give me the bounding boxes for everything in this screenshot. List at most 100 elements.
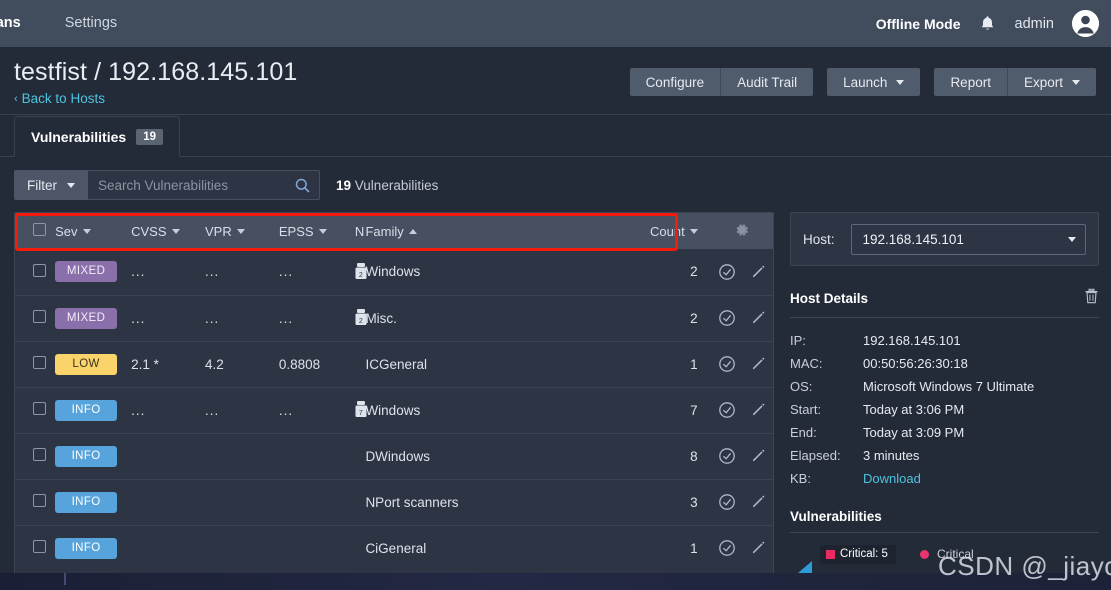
back-to-hosts-link[interactable]: ‹ Back to Hosts xyxy=(14,91,297,106)
table-row[interactable]: INFO CiGeneral 1 xyxy=(15,524,773,571)
chart-legend-critical[interactable]: Critical xyxy=(920,547,974,561)
nav-item-settings[interactable]: Settings xyxy=(43,0,139,47)
nav-item-scans[interactable]: Scans xyxy=(0,0,43,47)
row-checkbox-cell xyxy=(15,524,56,571)
sort-desc-icon xyxy=(318,228,327,234)
table-row[interactable]: INFO NPort scanners 3 xyxy=(15,478,773,525)
detail-value: 00:50:56:26:30:18 xyxy=(863,356,968,371)
detail-value: Today at 3:06 PM xyxy=(863,402,965,417)
vulnerability-count-label: Vulnerabilities xyxy=(354,177,439,193)
check-circle-icon[interactable] xyxy=(712,355,743,373)
audit-trail-button[interactable]: Audit Trail xyxy=(720,68,814,96)
export-button[interactable]: Export xyxy=(1006,68,1096,96)
th-select-all xyxy=(15,213,56,249)
search-input[interactable] xyxy=(88,177,295,193)
svg-text:2: 2 xyxy=(359,318,363,325)
table-row[interactable]: INFO ... ... ... 7 Windows 7 xyxy=(15,386,773,433)
bell-icon[interactable] xyxy=(979,14,997,34)
detail-key: MAC: xyxy=(790,356,823,371)
row-vpr: ... xyxy=(205,294,279,341)
row-status-cell xyxy=(711,432,743,479)
row-epss xyxy=(278,478,355,525)
pencil-icon[interactable] xyxy=(742,402,773,418)
th-cvss[interactable]: CVSS xyxy=(131,213,205,249)
search-icon[interactable] xyxy=(295,178,319,193)
check-circle-icon[interactable] xyxy=(712,447,743,465)
severity-badge: LOW xyxy=(55,353,118,375)
pencil-icon[interactable] xyxy=(742,448,773,464)
row-checkbox[interactable] xyxy=(33,310,46,323)
row-family: DWindows xyxy=(365,432,638,479)
row-family: ICGeneral xyxy=(365,340,638,387)
pencil-icon[interactable] xyxy=(742,264,773,280)
detail-row-mac: MAC: 00:50:56:26:30:18 xyxy=(790,352,1099,375)
chevron-down-icon xyxy=(1068,236,1076,242)
detail-key: Start: xyxy=(790,402,822,417)
filter-button[interactable]: Filter xyxy=(14,170,88,200)
pencil-icon[interactable] xyxy=(742,540,773,556)
th-vpr[interactable]: VPR xyxy=(205,213,279,249)
sort-desc-icon xyxy=(689,228,698,234)
row-checkbox-cell xyxy=(15,478,56,525)
check-circle-icon[interactable] xyxy=(712,263,743,281)
th-settings[interactable] xyxy=(711,213,773,249)
user-name-label: admin xyxy=(1014,15,1055,32)
th-name[interactable]: N xyxy=(354,213,366,249)
report-button[interactable]: Report xyxy=(934,68,1007,96)
pencil-icon[interactable] xyxy=(742,494,773,510)
select-all-checkbox[interactable] xyxy=(33,223,46,236)
check-circle-icon[interactable] xyxy=(712,309,743,327)
page-title: testfist / 192.168.145.101 xyxy=(14,58,298,86)
detail-row-end: End: Today at 3:09 PM xyxy=(790,421,1099,444)
row-name-cell: 2 xyxy=(354,294,367,341)
row-checkbox[interactable] xyxy=(33,402,46,415)
desktop-taskbar-strip xyxy=(0,573,1111,590)
configure-button[interactable]: Configure xyxy=(629,68,721,96)
gear-icon[interactable] xyxy=(734,222,750,241)
table-row[interactable]: LOW 2.1 * 4.2 0.8808 ICGeneral 1 xyxy=(15,340,773,387)
tab-bar: Vulnerabilities 19 xyxy=(0,115,1111,157)
table-row[interactable]: MIXED ... ... ... 2 Windows 2 xyxy=(15,249,773,295)
row-edit-cell xyxy=(742,249,773,295)
host-select-dropdown[interactable]: 192.168.145.101 xyxy=(850,223,1086,255)
row-cvss: ... xyxy=(131,264,146,280)
donut-slice-critical[interactable] xyxy=(798,561,812,573)
vulnerabilities-chart-header: Vulnerabilities xyxy=(790,509,1099,533)
th-family[interactable]: Family xyxy=(365,213,638,249)
row-status-cell xyxy=(711,478,743,525)
row-edit-cell xyxy=(742,340,773,387)
row-checkbox[interactable] xyxy=(33,448,46,461)
legend-label: Critical xyxy=(937,547,974,561)
row-status-cell xyxy=(711,524,743,571)
th-epss[interactable]: EPSS xyxy=(278,213,355,249)
th-severity[interactable]: Sev xyxy=(55,213,132,249)
table-row[interactable]: MIXED ... ... ... 2 Misc. 2 xyxy=(15,294,773,341)
kb-download-link[interactable]: Download xyxy=(863,467,921,490)
chevron-down-icon xyxy=(67,182,75,188)
tab-vulnerabilities[interactable]: Vulnerabilities 19 xyxy=(14,116,180,157)
row-checkbox[interactable] xyxy=(33,356,46,369)
chevron-down-icon xyxy=(1072,79,1080,85)
th-count[interactable]: Count xyxy=(637,213,712,249)
trash-icon[interactable] xyxy=(1084,288,1099,309)
severity-badge: INFO xyxy=(55,399,118,421)
svg-text:7: 7 xyxy=(359,410,363,417)
vulnerability-count: 19 Vulnerabilities xyxy=(336,178,438,193)
detail-value: 192.168.145.101 xyxy=(863,333,961,348)
row-severity-cell: INFO xyxy=(55,432,132,479)
pencil-icon[interactable] xyxy=(742,310,773,326)
row-checkbox[interactable] xyxy=(33,494,46,507)
check-circle-icon[interactable] xyxy=(712,401,743,419)
pencil-icon[interactable] xyxy=(742,356,773,372)
launch-button[interactable]: Launch xyxy=(827,68,921,96)
row-checkbox[interactable] xyxy=(33,540,46,554)
sort-desc-icon xyxy=(236,228,245,234)
vulnerabilities-chart-title: Vulnerabilities xyxy=(790,509,882,524)
table-row[interactable]: INFO DWindows 8 xyxy=(15,432,773,479)
row-checkbox[interactable] xyxy=(33,263,46,277)
check-circle-icon[interactable] xyxy=(712,539,743,557)
detail-row-start: Start: Today at 3:06 PM xyxy=(790,398,1099,421)
user-avatar-icon[interactable] xyxy=(1072,10,1099,37)
check-circle-icon[interactable] xyxy=(712,493,743,511)
row-count: 2 xyxy=(637,294,712,341)
